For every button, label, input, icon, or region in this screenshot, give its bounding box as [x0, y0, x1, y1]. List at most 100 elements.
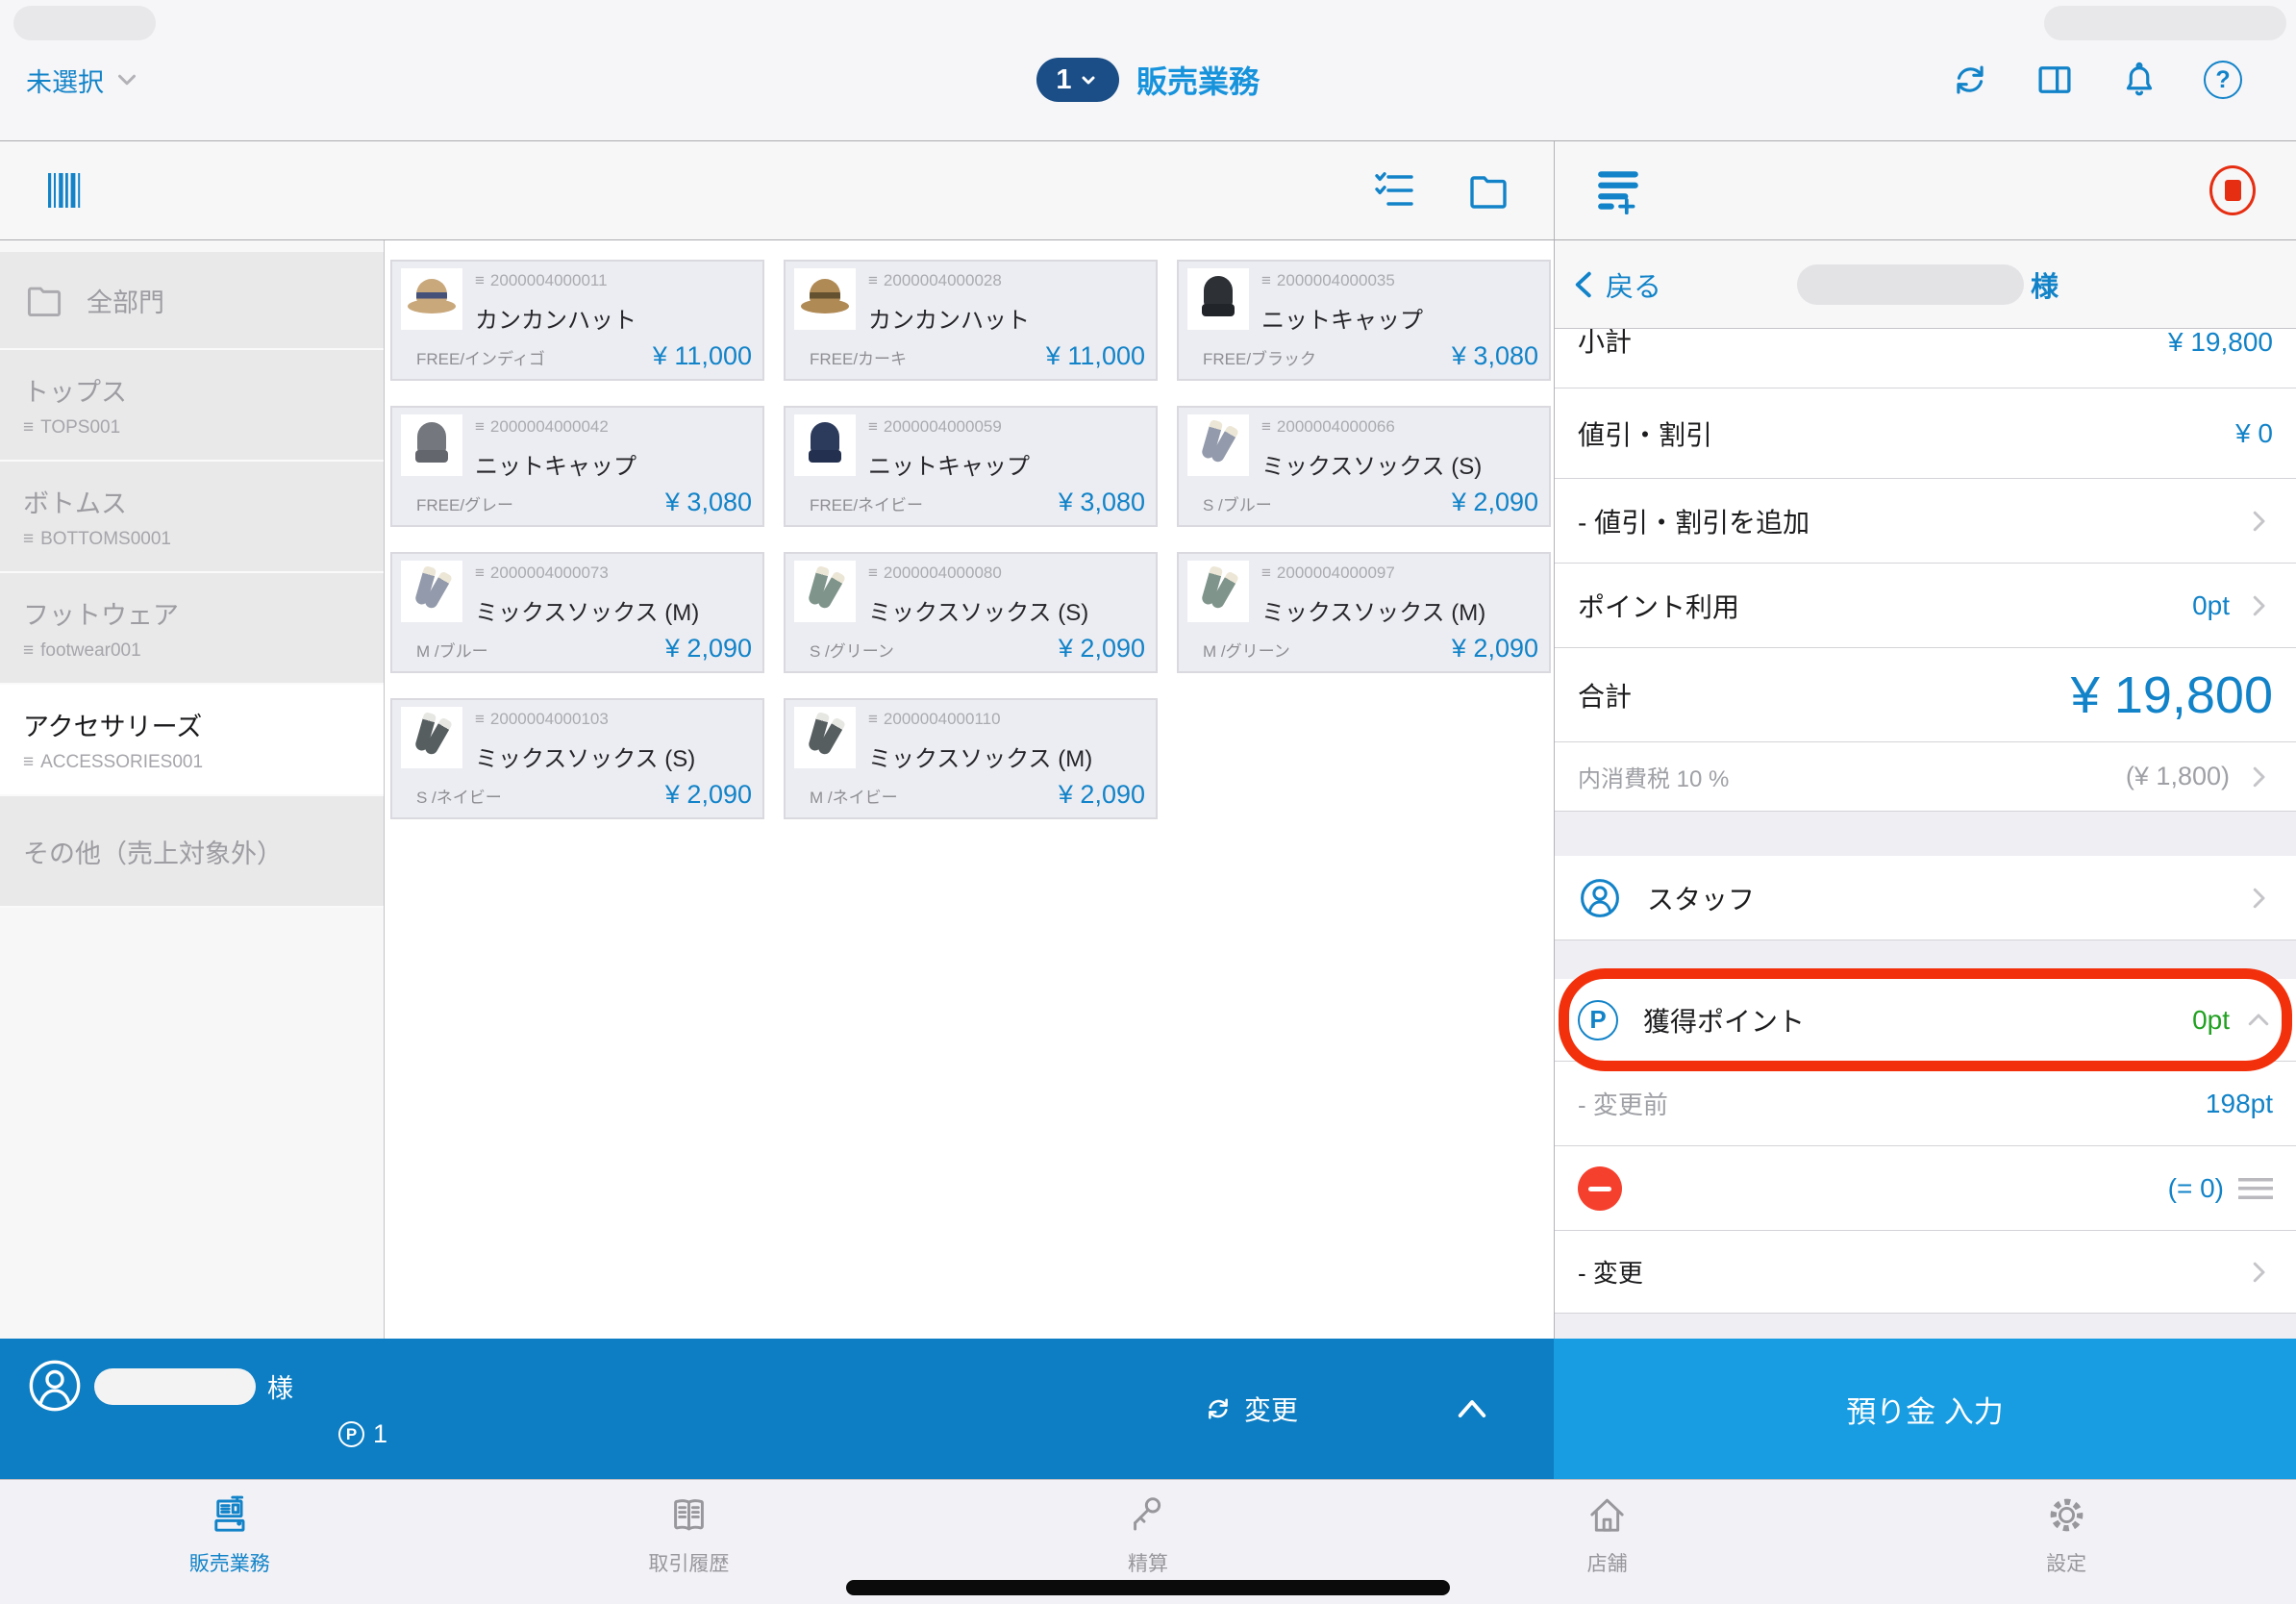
product-card[interactable]: 2000004000097 ミックスソックス (M) M /グリーン ¥ 2,0… — [1177, 552, 1551, 673]
list-add-icon[interactable] — [1595, 166, 1643, 214]
register-number-badge[interactable]: 1 — [1036, 58, 1119, 102]
help-icon[interactable] — [2204, 61, 2242, 99]
sidebar-item-footwear[interactable]: フットウェア footwear001 — [0, 573, 384, 685]
subtotal-label: 小計 — [1578, 329, 1632, 361]
folder-icon[interactable] — [1465, 167, 1511, 213]
socks-image — [794, 561, 856, 622]
sidebar-item-bottoms[interactable]: ボトムス BOTTOMS0001 — [0, 462, 384, 573]
product-price: ¥ 2,090 — [1059, 634, 1145, 664]
bell-icon[interactable] — [2119, 60, 2159, 100]
tab-label: 販売業務 — [189, 1548, 270, 1577]
staff-person-icon — [1578, 876, 1622, 920]
product-name: ミックスソックス (M) — [868, 739, 1092, 773]
product-name: ミックスソックス (S) — [475, 739, 695, 773]
barcode-icon[interactable] — [42, 167, 88, 213]
chevron-right-icon — [2244, 591, 2273, 620]
drag-handle-icon[interactable] — [2238, 1178, 2273, 1199]
home-indicator[interactable] — [846, 1580, 1450, 1595]
chevron-right-icon — [2244, 884, 2273, 913]
lines-icon — [475, 710, 485, 729]
socks-image — [401, 561, 462, 622]
earned-points-label: 獲得ポイント — [1643, 1001, 1805, 1040]
product-card[interactable]: 2000004000066 ミックスソックス (S) S /ブルー ¥ 2,09… — [1177, 406, 1551, 527]
customer-name[interactable]: 様 — [1797, 264, 2059, 305]
cart-panel: 戻る 様 小計 ¥ 19,800 値引・割引 ¥ 0 - 値引・割引を追加 ポイ… — [1554, 240, 2296, 1339]
cash-register-icon — [207, 1492, 252, 1538]
product-variant: FREE/インディゴ — [416, 345, 545, 369]
product-card[interactable]: 2000004000080 ミックスソックス (S) S /グリーン ¥ 2,0… — [784, 552, 1158, 673]
product-price: ¥ 11,000 — [1046, 341, 1145, 371]
hat-image — [401, 268, 462, 330]
tab-sales[interactable]: 販売業務 — [0, 1480, 460, 1604]
points-use-row[interactable]: ポイント利用 0pt — [1555, 564, 2296, 648]
product-code: 2000004000097 — [1277, 564, 1395, 583]
sidebar-item-accessories[interactable]: アクセサリーズ ACCESSORIES001 — [0, 685, 384, 796]
product-grid: 2000004000011 カンカンハット FREE/インディゴ ¥ 11,00… — [385, 240, 1554, 1339]
product-card[interactable]: 2000004000059 ニットキャップ FREE/ネイビー ¥ 3,080 — [784, 406, 1158, 527]
remove-minus-button[interactable] — [1578, 1166, 1622, 1211]
lines-icon — [1261, 271, 1271, 290]
customer-bar[interactable]: 様 1 変更 — [0, 1339, 1554, 1479]
sidebar-item-all-departments[interactable]: 全部門 — [0, 252, 384, 350]
sidebar-item-other[interactable]: その他（売上対象外） — [0, 796, 384, 908]
sidebar-item-code: TOPS001 — [40, 417, 120, 439]
cart-filler — [1555, 1314, 2296, 1339]
product-variant: FREE/ネイビー — [810, 491, 923, 515]
earned-points-row[interactable]: 獲得ポイント 0pt — [1555, 979, 2296, 1062]
points-p-icon — [338, 1421, 364, 1447]
nav-icons — [1950, 50, 2242, 110]
before-change-value: 198pt — [2206, 1089, 2273, 1119]
product-card[interactable]: 2000004000103 ミックスソックス (S) S /ネイビー ¥ 2,0… — [390, 698, 764, 819]
product-card[interactable]: 2000004000042 ニットキャップ FREE/グレー ¥ 3,080 — [390, 406, 764, 527]
product-code: 2000004000028 — [884, 271, 1002, 290]
product-card[interactable]: 2000004000028 カンカンハット FREE/カーキ ¥ 11,000 — [784, 260, 1158, 381]
chevron-right-icon — [2244, 1258, 2273, 1287]
refresh-icon — [1204, 1394, 1233, 1423]
chevron-up-icon — [2244, 1006, 2273, 1035]
total-value: ¥ 19,800 — [2071, 665, 2273, 725]
product-name: ニットキャップ — [1261, 301, 1423, 335]
product-name: カンカンハット — [475, 301, 636, 335]
split-view-icon[interactable] — [2034, 60, 2075, 100]
product-card[interactable]: 2000004000073 ミックスソックス (M) M /ブルー ¥ 2,09… — [390, 552, 764, 673]
tab-label: 店舗 — [1587, 1548, 1628, 1577]
avatar-icon — [27, 1358, 83, 1414]
checklist-icon[interactable] — [1371, 167, 1417, 213]
subtotal-row: 小計 ¥ 19,800 — [1555, 329, 2296, 388]
collapse-chevron-icon[interactable] — [1452, 1389, 1492, 1429]
product-code: 2000004000073 — [490, 564, 609, 583]
tax-row[interactable]: 内消費税 10 % (¥ 1,800) — [1555, 742, 2296, 812]
points-p-icon — [1578, 1000, 1618, 1040]
staff-row[interactable]: スタッフ — [1555, 856, 2296, 940]
back-button[interactable]: 戻る — [1568, 264, 1661, 305]
earned-points-value: 0pt — [2192, 1005, 2230, 1036]
sidebar-item-label: フットウェア — [23, 594, 361, 632]
add-discount-label: - 値引・割引を追加 — [1578, 502, 1809, 540]
product-card[interactable]: 2000004000011 カンカンハット FREE/インディゴ ¥ 11,00… — [390, 260, 764, 381]
recording-stop-button[interactable] — [2209, 165, 2256, 215]
tab-settings[interactable]: 設定 — [1836, 1480, 2296, 1604]
deposit-input-button[interactable]: 預り金 入力 — [1554, 1339, 2296, 1479]
sidebar-item-label: 全部門 — [87, 282, 164, 319]
product-price: ¥ 3,080 — [1452, 341, 1538, 371]
add-discount-row[interactable]: - 値引・割引を追加 — [1555, 479, 2296, 564]
lines-icon — [475, 564, 485, 583]
chevron-right-icon — [2244, 763, 2273, 791]
product-name: ミックスソックス (S) — [868, 593, 1088, 627]
product-card[interactable]: 2000004000035 ニットキャップ FREE/ブラック ¥ 3,080 — [1177, 260, 1551, 381]
product-thumbnail — [794, 561, 856, 622]
product-thumbnail — [401, 414, 462, 476]
chevron-left-icon — [1568, 267, 1603, 302]
tab-label: 精算 — [1128, 1548, 1168, 1577]
product-variant: M /ネイビー — [810, 784, 898, 808]
top-nav-bar: 未選択 1 販売業務 — [0, 50, 2296, 110]
sidebar-item-tops[interactable]: トップス TOPS001 — [0, 350, 384, 462]
customer-change-button[interactable]: 変更 — [1204, 1390, 1298, 1428]
gear-icon — [2044, 1492, 2089, 1538]
product-card[interactable]: 2000004000110 ミックスソックス (M) M /ネイビー ¥ 2,0… — [784, 698, 1158, 819]
product-thumbnail — [1187, 561, 1249, 622]
refresh-icon[interactable] — [1950, 60, 1990, 100]
lines-icon — [475, 271, 485, 290]
discount-row: 値引・割引 ¥ 0 — [1555, 388, 2296, 479]
points-change-row[interactable]: - 変更 — [1555, 1231, 2296, 1314]
